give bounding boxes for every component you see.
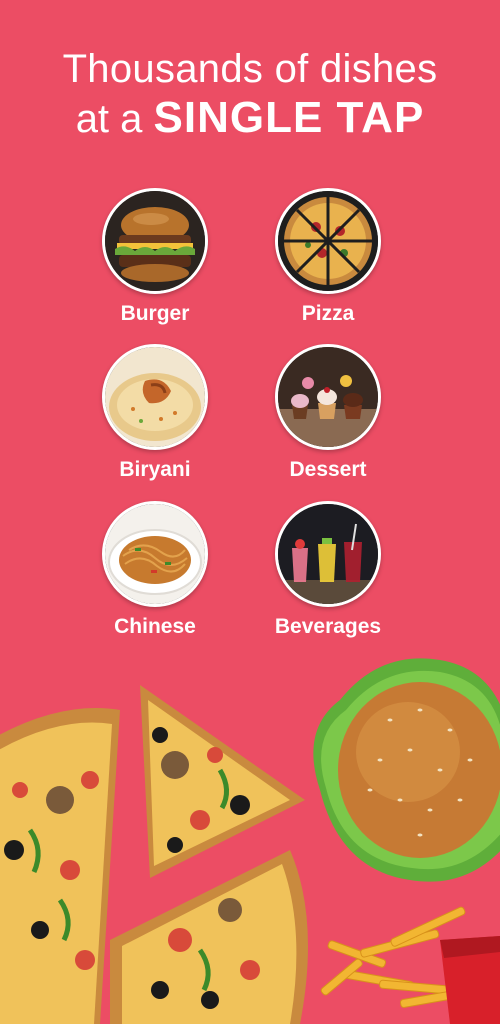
category-beverages[interactable]: Beverages — [243, 501, 413, 640]
category-grid: Burger Pizza Biryani Dessert Chinese Bev… — [0, 188, 500, 648]
food-illustration — [0, 658, 500, 1024]
category-label: Burger — [120, 302, 190, 325]
drinks-photo-icon — [275, 501, 381, 607]
fries-icon — [320, 906, 500, 1024]
headline-prefix: at a — [75, 97, 143, 141]
burger-bun-icon — [313, 658, 500, 882]
pizza-slice-icon — [140, 685, 305, 878]
category-biryani[interactable]: Biryani — [70, 344, 240, 483]
headline-line-1: Thousands of dishes — [62, 47, 438, 91]
category-label: Dessert — [289, 458, 367, 481]
burger-photo-icon — [102, 188, 208, 294]
pizza-photo-icon — [275, 188, 381, 294]
category-dessert[interactable]: Dessert — [243, 344, 413, 483]
category-burger[interactable]: Burger — [70, 188, 240, 327]
biryani-photo-icon — [102, 344, 208, 450]
headline: Thousands of dishes at a SINGLE TAP — [0, 46, 500, 145]
headline-emphasis: SINGLE TAP — [153, 93, 425, 142]
headline-line-2: at a SINGLE TAP — [0, 92, 500, 145]
pizza-whole-icon — [0, 708, 120, 1024]
category-label: Chinese — [114, 615, 196, 638]
category-label: Pizza — [301, 302, 355, 325]
noodles-photo-icon — [102, 501, 208, 607]
category-chinese[interactable]: Chinese — [70, 501, 240, 640]
pizza-bottom-icon — [110, 850, 308, 1024]
category-label: Beverages — [274, 615, 382, 638]
dessert-photo-icon — [275, 344, 381, 450]
category-label: Biryani — [119, 458, 191, 481]
category-pizza[interactable]: Pizza — [243, 188, 413, 327]
